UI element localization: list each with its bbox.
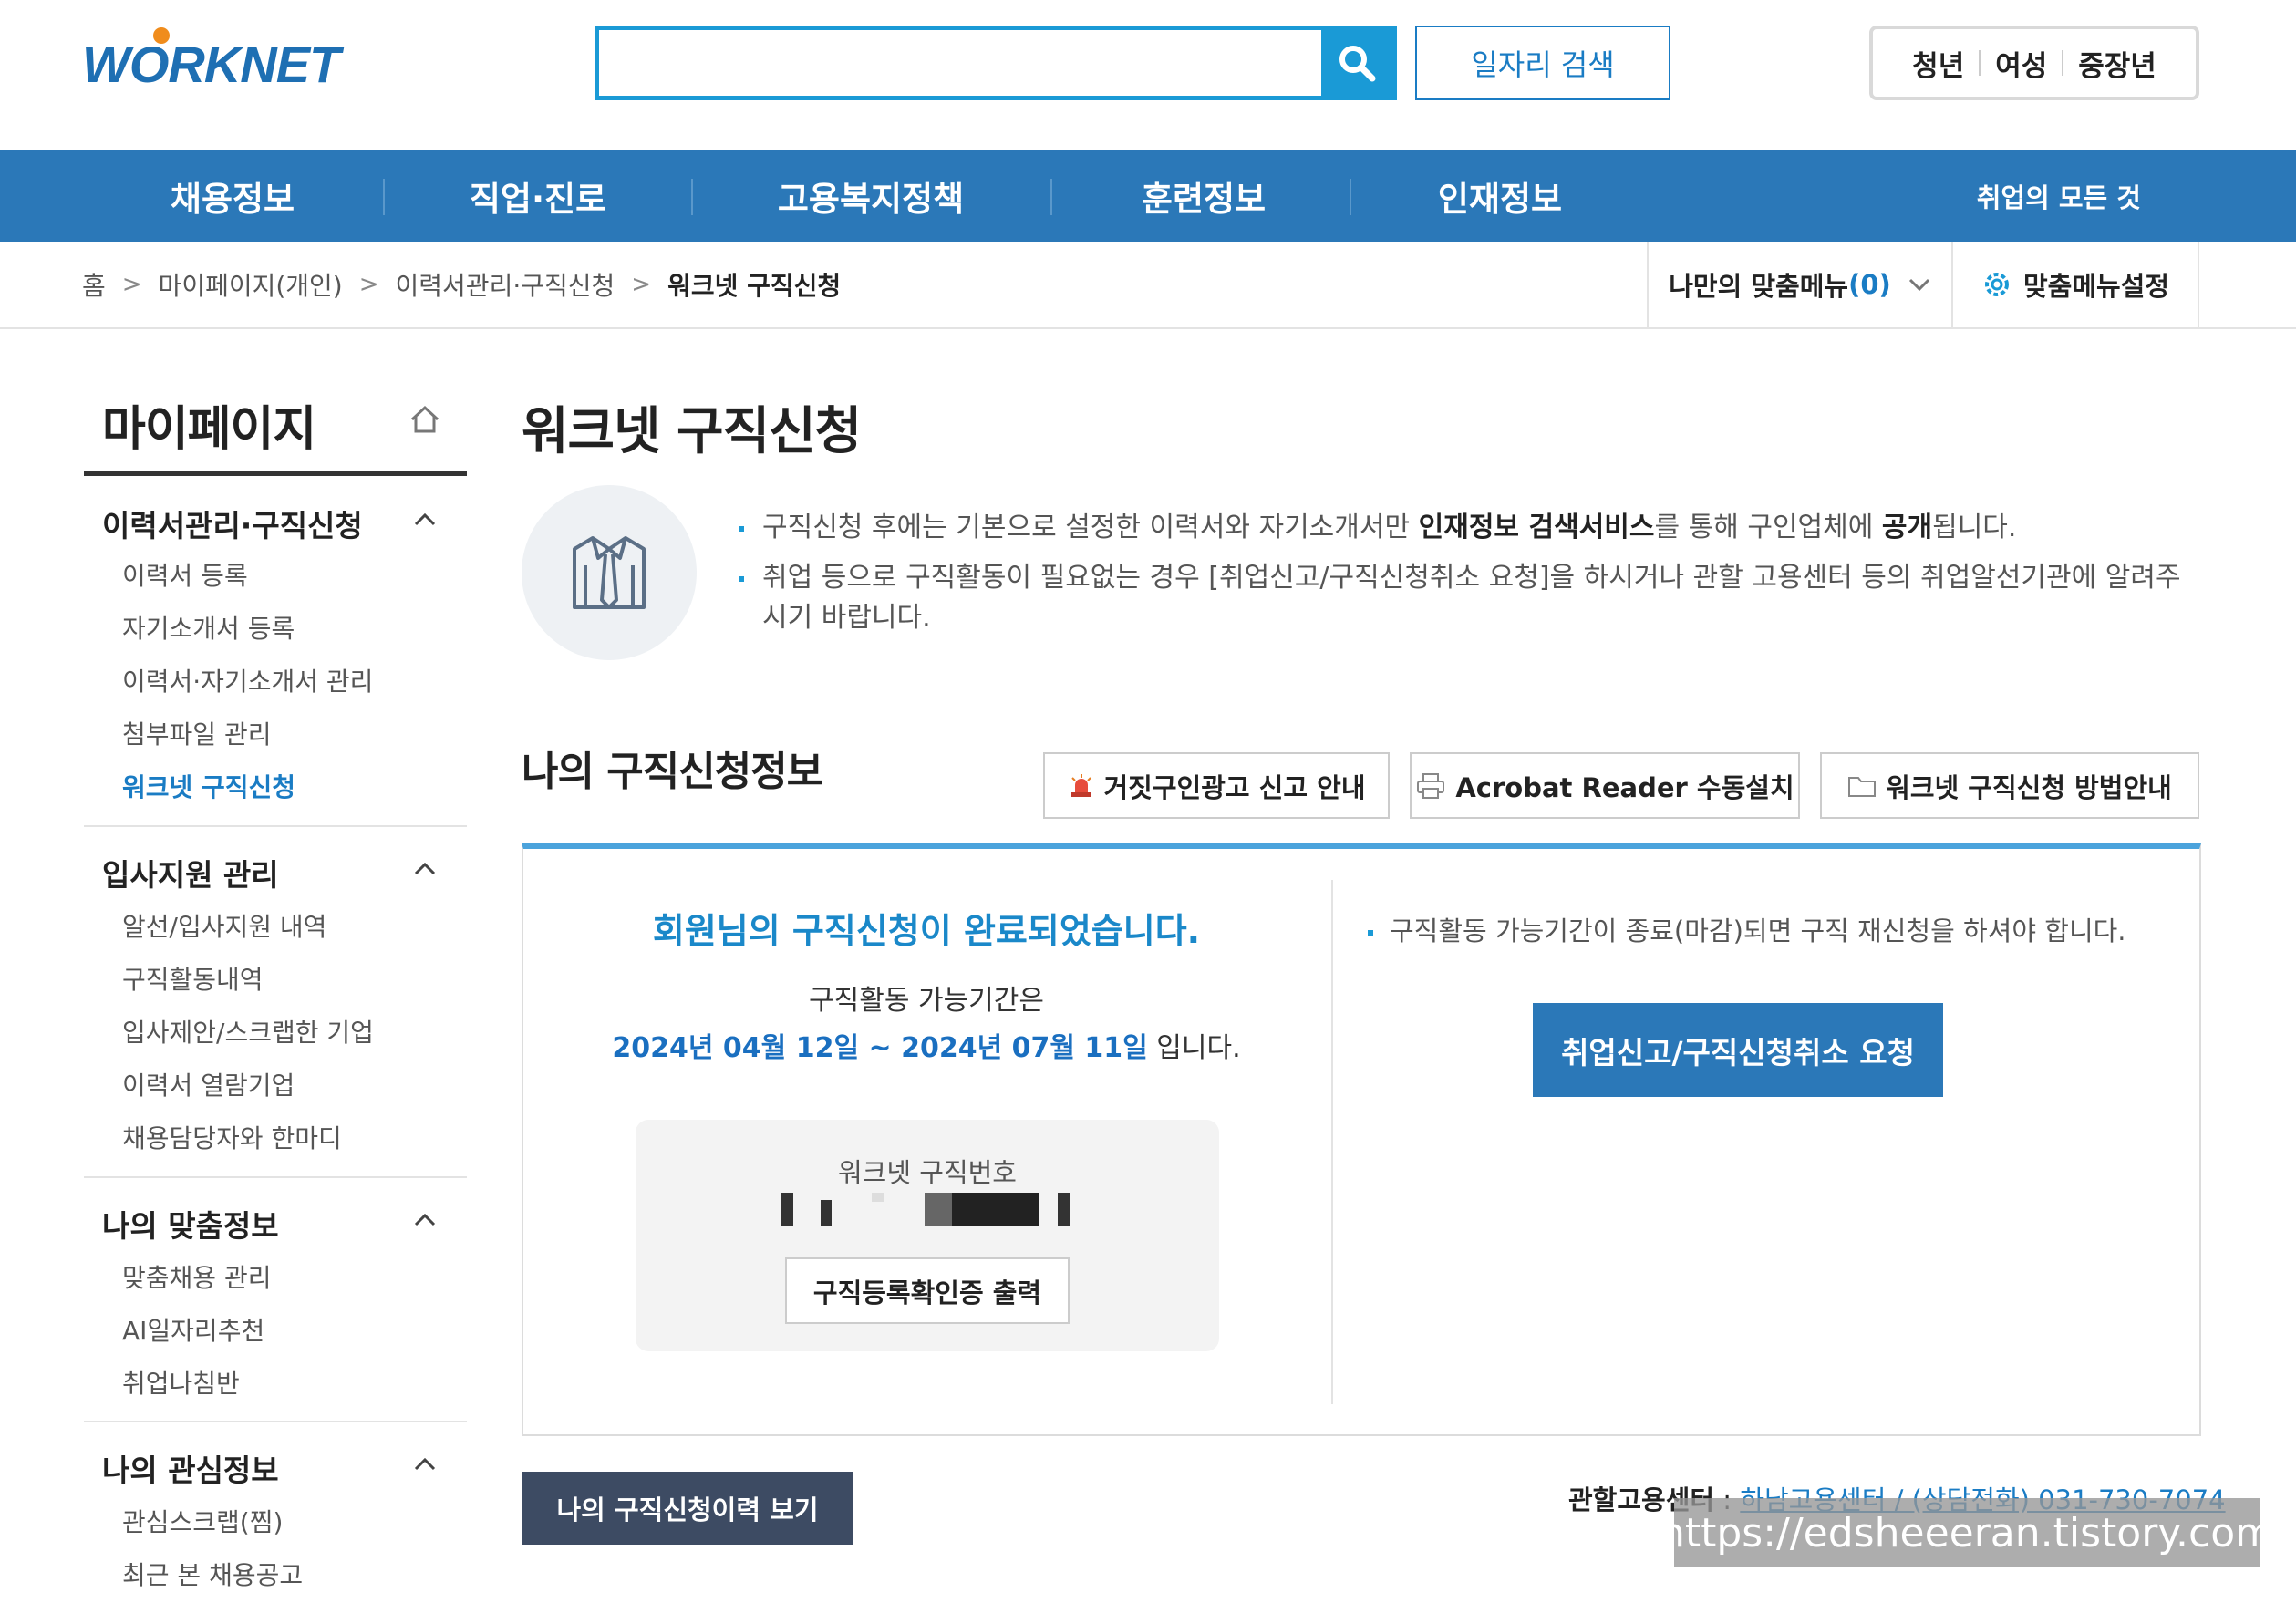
cancel-application-button[interactable]: 취업신고/구직신청취소 요청 xyxy=(1533,1003,1943,1097)
chevron-right-icon: > xyxy=(631,271,652,298)
search-icon xyxy=(1339,46,1376,82)
printer-icon xyxy=(1417,772,1445,799)
chevron-right-icon: > xyxy=(358,271,379,298)
nav-welfare-policy[interactable]: 고용복지정책 xyxy=(748,150,994,242)
sidebar-group-resume: 이력서관리·구직신청 이력서 등록 자기소개서 등록 이력서·자기소개서 관리 … xyxy=(84,476,467,827)
sidebar-group-interests: 나의 관심정보 관심스크랩(찜) 최근 본 채용공고 xyxy=(84,1422,467,1596)
chevron-up-icon[interactable] xyxy=(412,856,438,882)
sidebar-item-scraps[interactable]: 관심스크랩(찜) xyxy=(122,1503,283,1539)
job-search-button[interactable]: 일자리 검색 xyxy=(1415,26,1670,100)
sidebar-item-resume-viewers[interactable]: 이력서 열람기업 xyxy=(122,1066,295,1102)
completion-message: 회원님의 구직신청이 완료되었습니다. xyxy=(652,911,1201,951)
sidebar-title: 마이페이지 xyxy=(102,402,316,457)
breadcrumb-home[interactable]: 홈 xyxy=(82,266,106,303)
nav-talent-info[interactable]: 인재정보 xyxy=(1404,150,1596,242)
breadcrumb-resume[interactable]: 이력서관리·구직신청 xyxy=(396,266,615,303)
notice-cancel-guide: 취업 등으로 구직활동이 필요없는 경우 [취업신고/구직신청취소 요청]을 하… xyxy=(739,558,2198,638)
sidebar-item-cover-letter-register[interactable]: 자기소개서 등록 xyxy=(122,609,295,646)
sidebar-item-recruiter-message[interactable]: 채용담당자와 한마디 xyxy=(122,1119,342,1155)
breadcrumb-bar: 홈 > 마이페이지(개인) > 이력서관리·구직신청 > 워크넷 구직신청 나만… xyxy=(0,242,2296,329)
my-menu-count: (0) xyxy=(1848,269,1891,300)
nav-career[interactable]: 직업·진로 xyxy=(438,150,638,242)
audience-women[interactable]: 여성 xyxy=(1981,43,2062,84)
section-title: 나의 구직신청정보 xyxy=(522,749,823,795)
period-start: 2024년 04월 12일 xyxy=(612,1032,860,1064)
logo-dot xyxy=(153,27,170,44)
sidebar-item-offers-scraps[interactable]: 입사제안/스크랩한 기업 xyxy=(122,1013,374,1050)
bullet xyxy=(739,526,744,532)
my-menu-dropdown[interactable]: 나만의 맞춤메뉴 (0) xyxy=(1647,242,1953,327)
logo-text: WORKNET xyxy=(82,35,340,93)
sidebar-item-ai-recommend[interactable]: AI일자리추천 xyxy=(122,1311,264,1348)
audience-middle-aged[interactable]: 중장년 xyxy=(2063,43,2171,84)
bullet xyxy=(1368,930,1373,936)
main-navigation: 채용정보 직업·진로 고용복지정책 훈련정보 인재정보 취업의 모든 것 xyxy=(0,150,2296,242)
chevron-up-icon[interactable] xyxy=(412,1452,438,1477)
nav-divider xyxy=(691,179,693,215)
siren-icon xyxy=(1070,773,1091,797)
sidebar-group-custom: 나의 맞춤정보 맞춤채용 관리 AI일자리추천 취업나침반 xyxy=(84,1178,467,1422)
worknet-logo[interactable]: WORKNET xyxy=(82,27,365,100)
nav-all-about-jobs[interactable]: 취업의 모든 것 xyxy=(1977,150,2141,242)
sidebar-group-title[interactable]: 입사지원 관리 xyxy=(102,851,279,895)
acrobat-install-button[interactable]: Acrobat Reader 수동설치 xyxy=(1410,752,1800,819)
sidebar-item-resume-manage[interactable]: 이력서·자기소개서 관리 xyxy=(122,662,373,698)
sidebar-group-applications: 입사지원 관리 알선/입사지원 내역 구직활동내역 입사제안/스크랩한 기업 이… xyxy=(84,827,467,1178)
reapply-note: 구직활동 가능기간이 종료(마감)되면 구직 재신청을 하셔야 합니다. xyxy=(1368,910,2126,948)
job-number-label: 워크넷 구직번호 xyxy=(838,1157,1017,1188)
sidebar-group-title[interactable]: 나의 맞춤정보 xyxy=(102,1202,279,1246)
sidebar-item-job-compass[interactable]: 취업나침반 xyxy=(122,1364,240,1401)
breadcrumb-current: 워크넷 구직신청 xyxy=(667,271,842,301)
shirt-icon xyxy=(573,536,646,609)
sidebar-item-resume-register[interactable]: 이력서 등록 xyxy=(122,556,248,593)
folder-icon xyxy=(1848,776,1877,797)
my-menu-label: 나만의 맞춤메뉴 xyxy=(1669,271,1849,302)
chevron-right-icon: > xyxy=(121,271,142,298)
application-history-button[interactable]: 나의 구직신청이력 보기 xyxy=(522,1472,853,1545)
period-value: 2024년 04월 12일 ~ 2024년 07월 11일 입니다. xyxy=(612,1032,1241,1064)
sidebar-item-custom-jobs[interactable]: 맞춤채용 관리 xyxy=(122,1258,271,1295)
panel-divider xyxy=(1331,880,1333,1404)
nav-training-info[interactable]: 훈련정보 xyxy=(1103,150,1304,242)
search-box xyxy=(595,26,1397,100)
nav-divider xyxy=(1350,179,1351,215)
notice-public-resume: 구직신청 후에는 기본으로 설정한 이력서와 자기소개서만 인재정보 검색서비스… xyxy=(739,508,2198,548)
sidebar-item-attachments[interactable]: 첨부파일 관리 xyxy=(122,715,271,751)
chevron-up-icon[interactable] xyxy=(412,1207,438,1233)
shirt-badge xyxy=(522,485,697,660)
sidebar-group-title[interactable]: 나의 관심정보 xyxy=(102,1446,279,1490)
chevron-down-icon xyxy=(1908,278,1929,292)
audience-selector: 청년 여성 중장년 xyxy=(1869,26,2199,100)
bullet xyxy=(739,576,744,582)
chevron-up-icon[interactable] xyxy=(412,507,438,533)
menu-settings-label: 맞춤메뉴설정 xyxy=(2022,271,2170,302)
page-title: 워크넷 구직신청 xyxy=(522,402,862,461)
sidebar-item-job-application[interactable]: 워크넷 구직신청 xyxy=(122,768,295,804)
breadcrumb: 홈 > 마이페이지(개인) > 이력서관리·구직신청 > 워크넷 구직신청 xyxy=(82,242,841,327)
period-end: 2024년 07월 11일 xyxy=(901,1032,1148,1064)
home-icon[interactable] xyxy=(407,401,443,438)
false-ad-report-button[interactable]: 거짓구인광고 신고 안내 xyxy=(1043,752,1390,819)
nav-divider xyxy=(383,179,385,215)
job-number-redacted xyxy=(781,1193,1070,1226)
breadcrumb-mypage[interactable]: 마이페이지(개인) xyxy=(159,266,343,303)
audience-youth[interactable]: 청년 xyxy=(1898,43,1979,84)
print-certificate-button[interactable]: 구직등록확인증 출력 xyxy=(785,1257,1070,1324)
sidebar-group-title[interactable]: 이력서관리·구직신청 xyxy=(102,502,363,545)
menu-settings-button[interactable]: 맞춤메뉴설정 xyxy=(1953,242,2199,327)
sidebar-item-recent-jobs[interactable]: 최근 본 채용공고 xyxy=(122,1556,303,1592)
search-input[interactable] xyxy=(599,30,1321,96)
search-button[interactable] xyxy=(1321,30,1392,96)
sidebar-item-job-activity[interactable]: 구직활동내역 xyxy=(122,960,264,997)
gear-icon xyxy=(1984,273,2009,296)
nav-recruit-info[interactable]: 채용정보 xyxy=(137,150,328,242)
nav-divider xyxy=(1050,179,1052,215)
watermark: https://edsheeeran.tistory.com xyxy=(1660,1498,2274,1567)
application-guide-button[interactable]: 워크넷 구직신청 방법안내 xyxy=(1820,752,2199,819)
period-label: 구직활동 가능기간은 xyxy=(809,985,1044,1017)
sidebar-item-referral-history[interactable]: 알선/입사지원 내역 xyxy=(122,907,326,944)
